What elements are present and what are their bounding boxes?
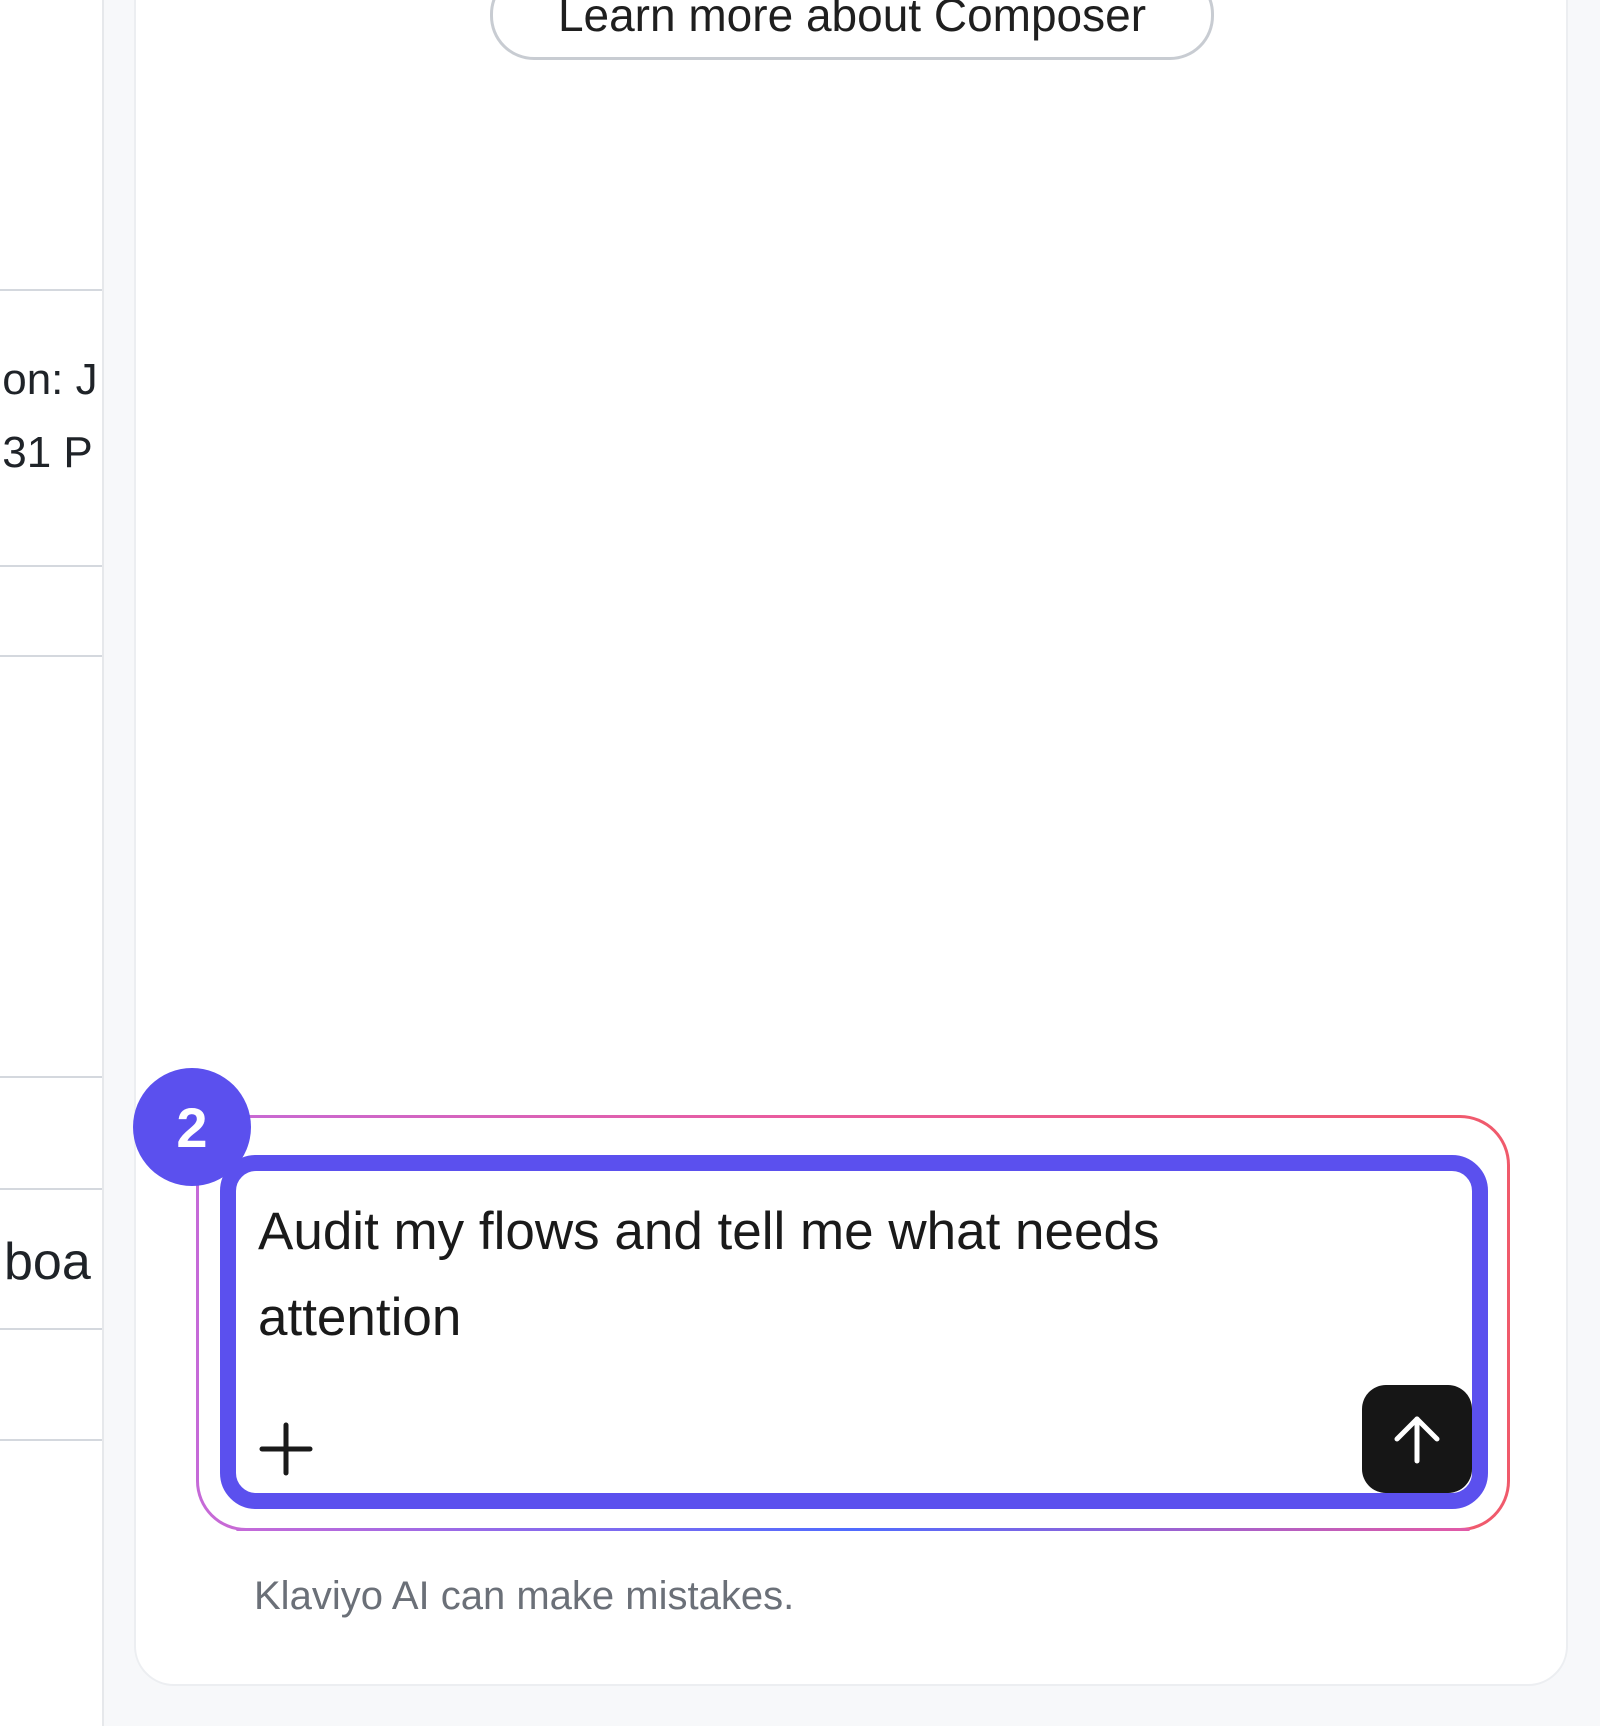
- divider: [0, 1328, 102, 1330]
- divider: [0, 655, 102, 657]
- background-page: :on: J :31 P boa: [0, 0, 102, 1726]
- divider: [0, 1439, 102, 1441]
- ai-disclaimer: Klaviyo AI can make mistakes.: [254, 1574, 795, 1618]
- prompt-input[interactable]: Audit my flows and tell me what needs at…: [258, 1189, 1358, 1361]
- send-button[interactable]: [1362, 1385, 1472, 1493]
- prompt-input-box[interactable]: Audit my flows and tell me what needs at…: [220, 1155, 1488, 1509]
- divider: [0, 1188, 102, 1190]
- divider: [0, 565, 102, 567]
- divider: [0, 1076, 102, 1078]
- divider: [0, 289, 102, 291]
- step-badge: 2: [133, 1068, 251, 1186]
- arrow-up-icon: [1394, 1416, 1440, 1464]
- background-text-fragment: boa: [4, 1233, 91, 1291]
- learn-more-button[interactable]: Learn more about Composer: [490, 0, 1214, 60]
- plus-icon: [259, 1422, 313, 1476]
- background-text-fragment: :on: J: [0, 355, 98, 404]
- panel-divider: [102, 0, 104, 1726]
- add-attachment-button[interactable]: [254, 1417, 318, 1481]
- background-text-fragment: :31 P: [0, 428, 93, 477]
